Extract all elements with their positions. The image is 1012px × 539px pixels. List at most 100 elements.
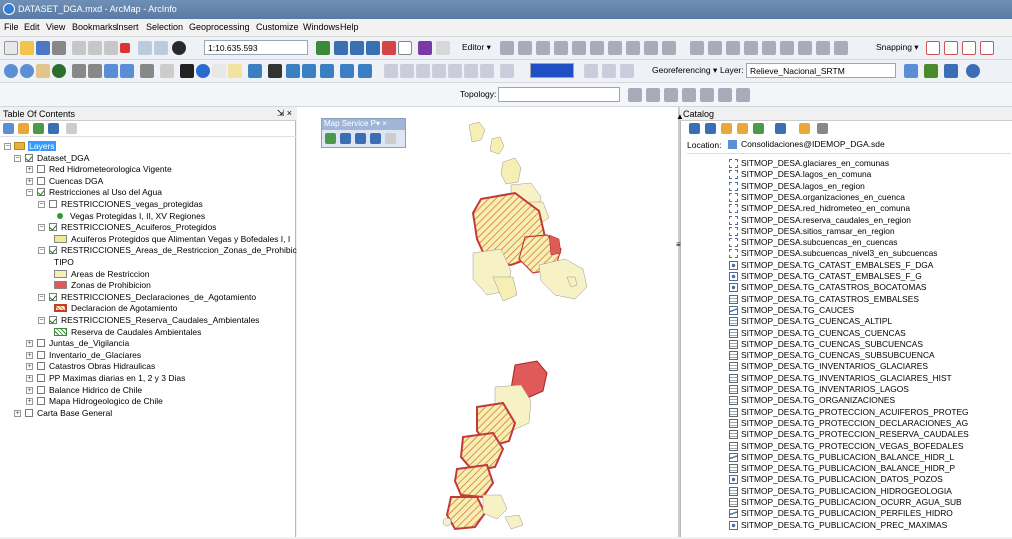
layout-view-icon[interactable]: [358, 64, 372, 78]
catalog-item[interactable]: SITMOP_DESA.TG_ORGANIZACIONES: [729, 395, 895, 406]
collapse-toggle-icon[interactable]: −: [14, 154, 21, 162]
smooth-icon[interactable]: [780, 41, 794, 55]
toc-row[interactable]: Acuiferos Protegidos que Alimentan Vegas…: [0, 234, 296, 244]
toc-pin-close-icon[interactable]: ⇲ ×: [277, 108, 292, 119]
options-icon[interactable]: [66, 123, 77, 134]
editor-menu[interactable]: Editor ▾: [462, 42, 491, 53]
zoom-in-icon[interactable]: [4, 64, 18, 78]
catalog-window-icon[interactable]: [350, 41, 364, 55]
rotate-icon[interactable]: [904, 64, 918, 78]
menu-customize[interactable]: Customize: [256, 22, 299, 32]
splitter-grip-icon[interactable]: ≡: [676, 240, 681, 249]
catalog-item[interactable]: SITMOP_DESA.TG_PROTECCION_VEGAS_BOFEDALE…: [729, 441, 963, 452]
go-back-icon[interactable]: [104, 64, 118, 78]
menu-insert[interactable]: Insert: [116, 22, 139, 32]
align-edge-icon[interactable]: [708, 41, 722, 55]
delete-icon[interactable]: [120, 43, 130, 53]
expand-toggle-icon[interactable]: +: [26, 177, 33, 185]
model-builder-icon[interactable]: [418, 41, 432, 55]
catalog-item[interactable]: SITMOP_DESA.red_hidrometeo_en_comuna: [729, 203, 910, 214]
layer-visibility-checkbox[interactable]: [49, 223, 57, 232]
collapse-toggle-icon[interactable]: −: [38, 247, 45, 255]
catalog-item[interactable]: SITMOP_DESA.TG_PUBLICACION_HIDROGEOLOGIA: [729, 486, 952, 497]
hyperlink-icon[interactable]: [212, 64, 226, 78]
identify-icon[interactable]: [196, 64, 210, 78]
catalog-back-icon[interactable]: [689, 123, 700, 134]
map-display[interactable]: [297, 107, 678, 537]
toc-row[interactable]: Reserva de Caudales Ambientales: [0, 327, 296, 337]
catalog-item[interactable]: SITMOP_DESA.TG_INVENTARIOS_GLACIARES_HIS…: [729, 373, 952, 384]
toc-row[interactable]: + Inventario_de_Glaciares: [0, 350, 296, 360]
view-link-table-icon[interactable]: [944, 64, 958, 78]
split-tool-icon[interactable]: [590, 41, 604, 55]
zoom-out-icon[interactable]: [20, 64, 34, 78]
layer-visibility-checkbox[interactable]: [37, 362, 45, 371]
map-service-analyze-icon[interactable]: [370, 133, 381, 144]
toc-row[interactable]: Declaracion de Agotamiento: [0, 303, 296, 313]
toc-row[interactable]: + PP Maximas diarias en 1, 2 y 3 Dias: [0, 373, 296, 383]
rotate-tool-icon[interactable]: [608, 41, 622, 55]
fix-topology-icon[interactable]: [834, 41, 848, 55]
expand-toggle-icon[interactable]: +: [26, 340, 33, 348]
print-icon[interactable]: [52, 41, 66, 55]
catalog-item[interactable]: SITMOP_DESA.reserva_caudales_en_region: [729, 215, 911, 226]
catalog-item[interactable]: SITMOP_DESA.TG_PUBLICACION_OCURR_AGUA_SU…: [729, 497, 962, 508]
edge-snapping-icon[interactable]: [980, 41, 994, 55]
catalog-item[interactable]: SITMOP_DESA.TG_PROTECCION_ACUIFEROS_PROT…: [729, 407, 969, 418]
layer-visibility-checkbox[interactable]: [49, 200, 57, 208]
topology-tool5-icon[interactable]: [700, 88, 714, 102]
catalog-item[interactable]: SITMOP_DESA.organizaciones_en_cuenca: [729, 192, 905, 203]
layer-visibility-checkbox[interactable]: [37, 374, 45, 382]
georeferencing-menu[interactable]: Georeferencing ▾: [652, 65, 717, 76]
catalog-item[interactable]: SITMOP_DESA.TG_CUENCAS_SUBSUBCUENCA: [729, 350, 935, 361]
catalog-item[interactable]: SITMOP_DESA.lagos_en_comuna: [729, 169, 871, 180]
catalog-item[interactable]: SITMOP_DESA.TG_CUENCAS_ALTIPL: [729, 316, 892, 327]
go-to-xy-icon[interactable]: [302, 64, 316, 78]
create-viewer-icon[interactable]: [340, 64, 354, 78]
select-features-icon[interactable]: [140, 64, 154, 78]
list-by-selection-icon[interactable]: [48, 123, 59, 134]
toc-row[interactable]: − RESTRICCIONES_Declaraciones_de_Agotamie…: [0, 292, 296, 302]
add-control-points-icon[interactable]: [924, 64, 938, 78]
toc-row[interactable]: − RESTRICCIONES_vegas_protegidas: [0, 199, 296, 209]
pane-splitter[interactable]: [678, 107, 680, 537]
map-service-add-icon[interactable]: [325, 133, 336, 144]
cut-icon[interactable]: [72, 41, 86, 55]
sketch-tool-icon[interactable]: [518, 41, 532, 55]
fixed-zoom-in-icon[interactable]: [72, 64, 86, 78]
toc-row[interactable]: TIPO: [0, 257, 296, 267]
layer-visibility-checkbox[interactable]: [49, 316, 57, 324]
new-document-icon[interactable]: [4, 41, 18, 55]
straight-segment-icon[interactable]: [536, 41, 550, 55]
topology-edit-icon[interactable]: [690, 41, 704, 55]
vertex-snapping-icon[interactable]: [962, 41, 976, 55]
catalog-item[interactable]: SITMOP_DESA.TG_CATAST_EMBALSES_F_DGA: [729, 260, 933, 271]
map-canvas[interactable]: [297, 107, 678, 537]
expand-toggle-icon[interactable]: +: [26, 386, 33, 394]
open-folder-icon[interactable]: [20, 41, 34, 55]
reshape-edge-icon[interactable]: [726, 41, 740, 55]
expand-toggle-icon[interactable]: +: [26, 398, 33, 406]
paste-icon[interactable]: [104, 41, 118, 55]
collapse-toggle-icon[interactable]: −: [26, 189, 33, 197]
catalog-item[interactable]: SITMOP_DESA.subcuencas_nivel3_en_subcuen…: [729, 248, 937, 259]
catalog-item[interactable]: SITMOP_DESA.TG_PUBLICACION_PERFILES_HIDR…: [729, 508, 953, 519]
flicker-icon[interactable]: [448, 64, 462, 78]
auto-adjust-icon[interactable]: [966, 64, 980, 78]
map-service-title[interactable]: Map Service P▾ ×: [322, 119, 405, 130]
layer-visibility-checkbox[interactable]: [49, 292, 57, 301]
catalog-item[interactable]: SITMOP_DESA.TG_PROTECCION_DECLARACIONES_…: [729, 418, 968, 429]
toc-row[interactable]: − RESTRICCIONES_Reserva_Caudales_Ambienta…: [0, 315, 296, 325]
help-icon[interactable]: [436, 41, 450, 55]
topology-combo[interactable]: [498, 87, 620, 102]
map-scale-combo[interactable]: 1:10.635.593: [204, 40, 308, 55]
magnifier-icon[interactable]: [400, 64, 414, 78]
snapping-menu[interactable]: Snapping ▾: [876, 42, 919, 53]
catalog-item[interactable]: SITMOP_DESA.TG_CAUCES: [729, 305, 854, 316]
create-features-icon[interactable]: [662, 41, 676, 55]
catalog-item[interactable]: SITMOP_DESA.TG_INVENTARIOS_LAGOS: [729, 384, 909, 395]
toc-row[interactable]: + Cuencas DGA: [0, 176, 296, 186]
catalog-item[interactable]: SITMOP_DESA.TG_PUBLICACION_BALANCE_HIDR_…: [729, 463, 955, 474]
catalog-item[interactable]: SITMOP_DESA.glaciares_en_comunas: [729, 158, 889, 169]
viewer-icon[interactable]: [416, 64, 430, 78]
